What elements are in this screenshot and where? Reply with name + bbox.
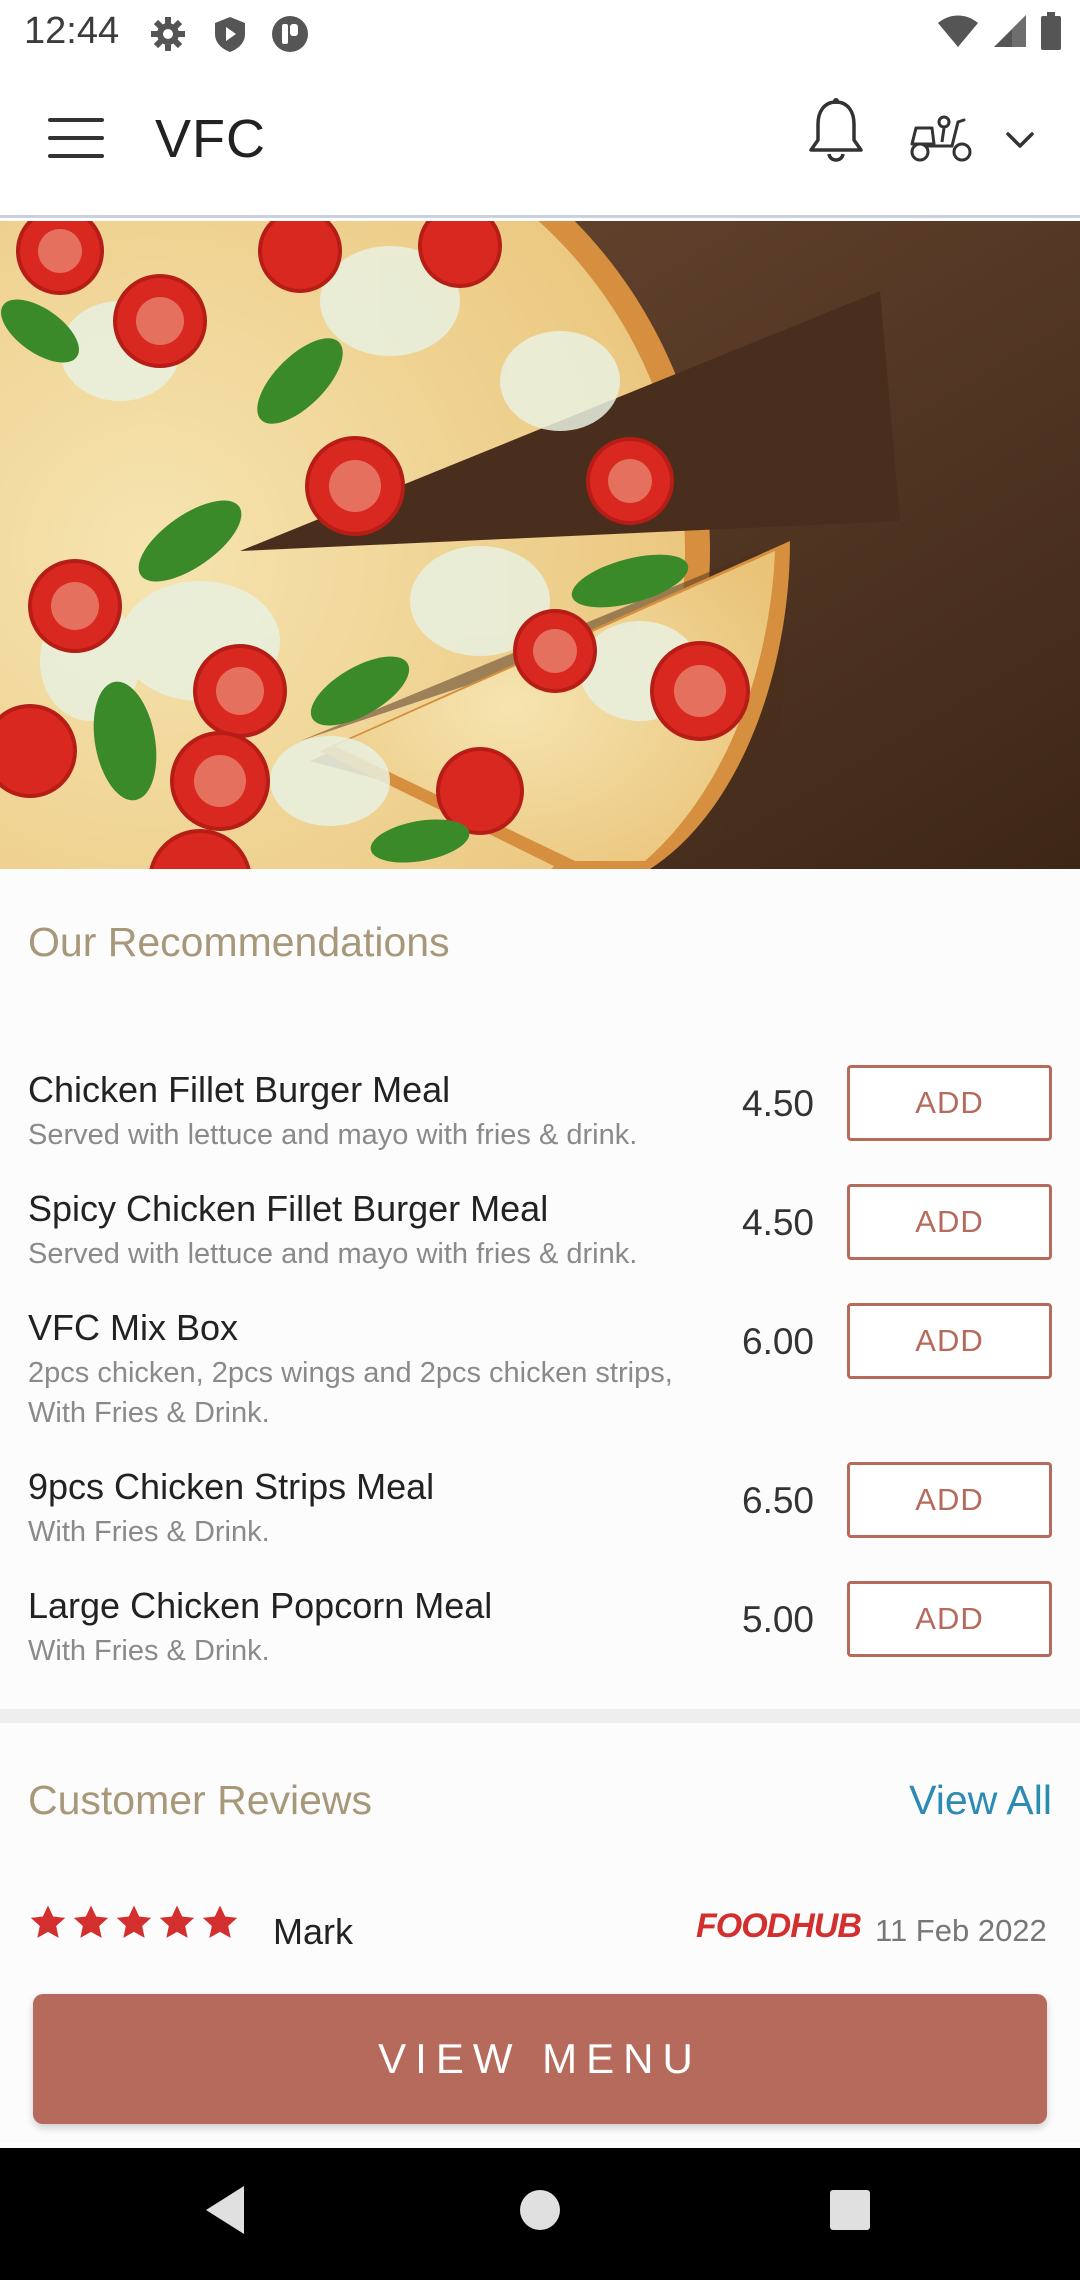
star-icon	[73, 1905, 109, 1938]
system-nav-bar	[0, 2148, 1080, 2280]
reviews-title: Customer Reviews	[28, 1777, 373, 1823]
star-icon	[116, 1905, 152, 1938]
menu-icon[interactable]	[48, 118, 104, 162]
status-right-icons	[936, 12, 1062, 50]
item-description: Served with lettuce and mayo with fries …	[28, 1119, 638, 1151]
review-date: 11 Feb 2022	[875, 1913, 1047, 1948]
item-name: 9pcs Chicken Strips Meal	[28, 1466, 435, 1507]
recents-icon[interactable]	[828, 2182, 872, 2238]
battery-icon	[1041, 12, 1061, 50]
pizza-hero-image	[0, 221, 1080, 869]
app-title: VFC	[155, 109, 266, 169]
recommendations-section: Our Recommendations Chicken Fillet Burge…	[0, 869, 1080, 1709]
item-price: 4.50	[742, 1202, 815, 1243]
add-button[interactable]: ADD	[847, 1184, 1052, 1260]
item-name: Spicy Chicken Fillet Burger Meal	[28, 1188, 549, 1229]
add-button[interactable]: ADD	[847, 1581, 1052, 1657]
wifi-icon	[938, 15, 978, 47]
star-icon	[202, 1905, 238, 1938]
status-bar: 12:44	[0, 0, 1080, 66]
item-description: With Fries & Drink.	[28, 1635, 270, 1667]
item-price: 4.50	[742, 1083, 815, 1124]
chevron-down-icon[interactable]	[1002, 126, 1038, 154]
star-icon	[30, 1905, 66, 1938]
item-name: Large Chicken Popcorn Meal	[28, 1585, 493, 1626]
app-bar: VFC	[0, 66, 1080, 218]
delivery-scooter-icon[interactable]	[908, 112, 974, 162]
item-price: 6.50	[742, 1480, 815, 1521]
hero-banner	[0, 221, 1080, 869]
recommendations-title: Our Recommendations	[28, 919, 450, 965]
settings-icon	[151, 17, 185, 51]
view-all-link[interactable]: View All	[909, 1777, 1052, 1824]
item-description: Served with lettuce and mayo with fries …	[28, 1238, 638, 1270]
item-price: 6.00	[742, 1321, 815, 1362]
status-time: 12:44	[24, 10, 120, 52]
add-button[interactable]: ADD	[847, 1462, 1052, 1538]
home-icon[interactable]	[517, 2182, 563, 2238]
star-rating	[28, 1903, 240, 1943]
item-description: 2pcs chicken, 2pcs wings and 2pcs chicke…	[28, 1357, 673, 1429]
section-divider	[0, 1709, 1080, 1723]
bell-icon[interactable]	[806, 96, 866, 168]
review-source-logo: FOODHUB	[696, 1907, 862, 1945]
item-description: With Fries & Drink.	[28, 1516, 270, 1548]
star-icon	[159, 1905, 195, 1938]
reviewer-name: Mark	[273, 1911, 353, 1952]
add-button[interactable]: ADD	[847, 1065, 1052, 1141]
add-button[interactable]: ADD	[847, 1303, 1052, 1379]
view-menu-button[interactable]: VIEW MENU	[33, 1994, 1047, 2124]
signal-icon	[994, 15, 1026, 47]
back-icon[interactable]	[200, 2182, 250, 2238]
vpn-app-icon	[272, 16, 308, 52]
shield-icon	[215, 17, 245, 52]
item-name: Chicken Fillet Burger Meal	[28, 1069, 451, 1110]
item-name: VFC Mix Box	[28, 1307, 239, 1348]
item-price: 5.00	[742, 1599, 815, 1640]
